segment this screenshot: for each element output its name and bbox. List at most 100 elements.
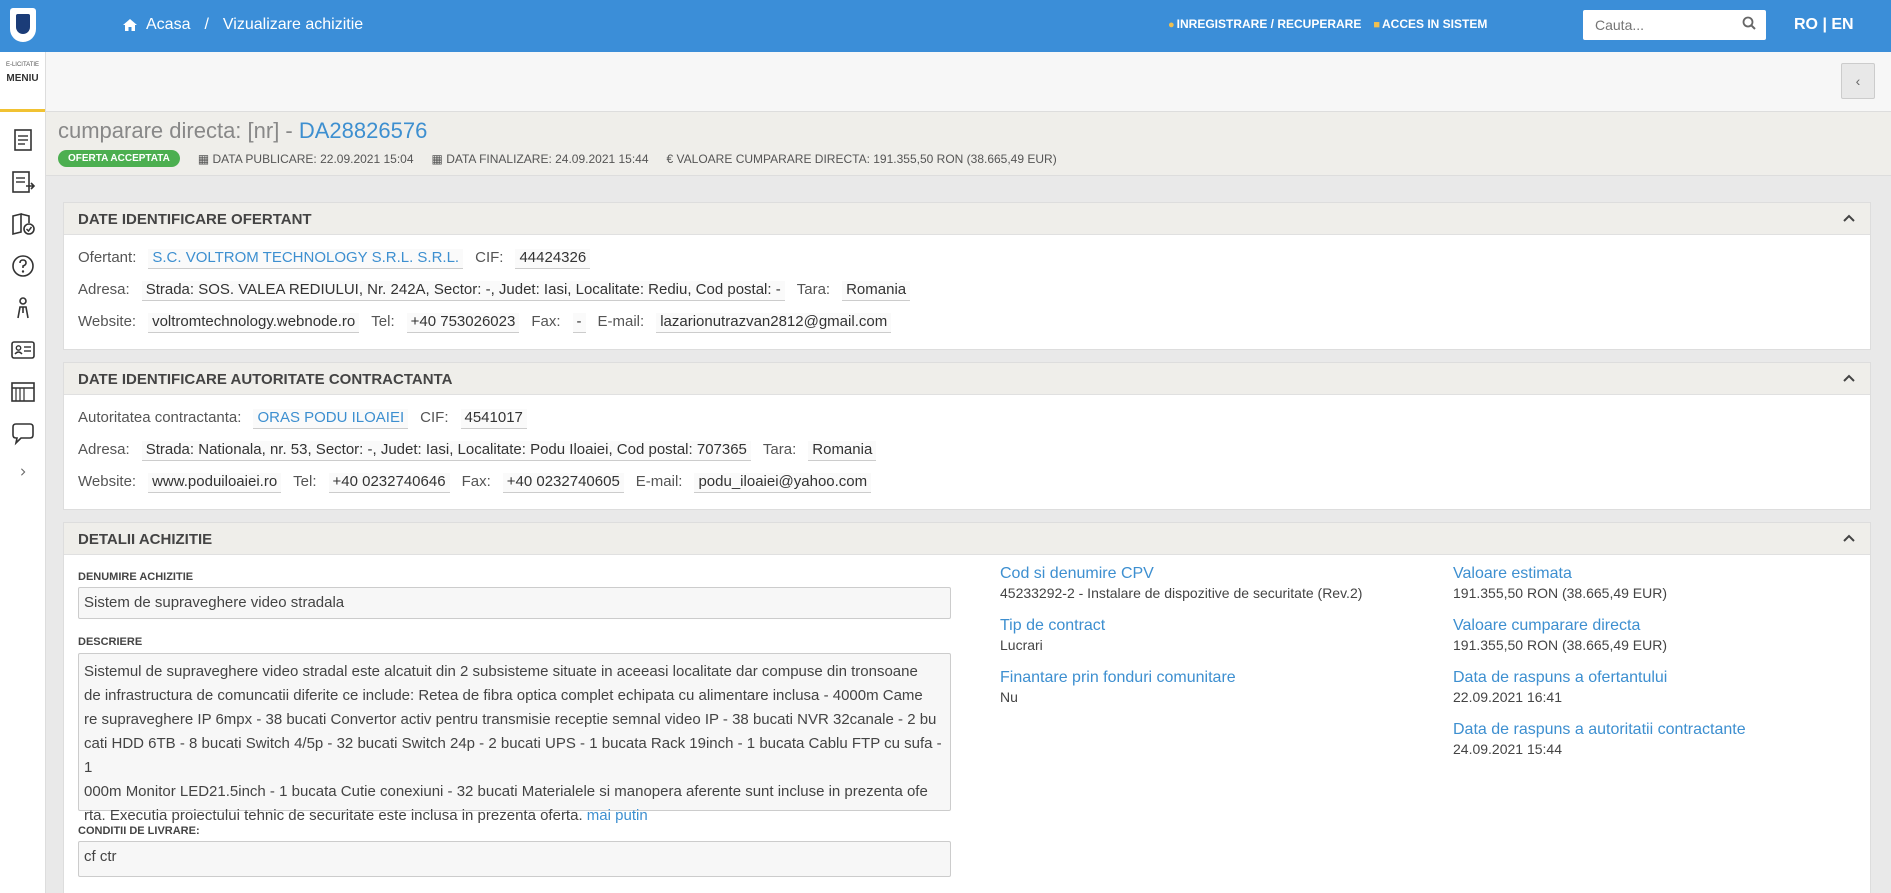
autoritate-panel-header[interactable]: DATE IDENTIFICARE AUTORITATE CONTRACTANT… xyxy=(64,363,1870,395)
autoritate-link[interactable]: ORAS PODU ILOAIEI xyxy=(253,409,409,429)
fax-value: - xyxy=(572,313,586,333)
tara-label: Tara: xyxy=(796,281,831,298)
chevron-up-icon[interactable] xyxy=(1842,211,1856,225)
title-prefix: cumparare directa: [nr] - xyxy=(58,118,299,143)
email-value: podu_iloaiei@yahoo.com xyxy=(694,473,872,493)
cpv-value: 45233292-2 - Instalare de dispozitive de… xyxy=(1000,585,1363,601)
home-icon xyxy=(123,19,137,31)
user-icon: ● xyxy=(1168,19,1175,31)
sidebar-item-documents[interactable] xyxy=(0,119,45,161)
chevron-up-icon[interactable] xyxy=(1842,531,1856,545)
detalii-panel-title: DETALII ACHIZITIE xyxy=(78,531,213,548)
conditii-field: cf ctr xyxy=(78,841,951,877)
website-value: www.poduiloaiei.ro xyxy=(148,473,282,493)
sidebar: E-LICITATIE MENIU xyxy=(0,52,46,893)
tara-value: Romania xyxy=(808,441,877,461)
calendar-icon: ▦ xyxy=(197,151,213,166)
fax-value: +40 0232740605 xyxy=(502,473,624,493)
sidebar-item-help[interactable] xyxy=(0,245,45,287)
id-card-icon xyxy=(10,341,35,359)
archive-icon xyxy=(10,382,35,402)
raspuns-autoritate-label: Data de raspuns a autoritatii contractan… xyxy=(1453,721,1746,738)
sidebar-item-contact[interactable] xyxy=(0,329,45,371)
calendar-icon: ▦ xyxy=(431,151,447,166)
denumire-label: DENUMIRE ACHIZITIE xyxy=(78,571,194,583)
show-less-link[interactable]: mai putin xyxy=(587,807,648,824)
raspuns-ofertant-label: Data de raspuns a ofertantului xyxy=(1453,669,1668,686)
tip-contract-label: Tip de contract xyxy=(1000,617,1106,634)
cif-label: CIF: xyxy=(420,409,449,426)
search-icon[interactable] xyxy=(1742,16,1756,30)
descriere-field: Sistemul de supraveghere video stradal e… xyxy=(78,653,951,824)
sidebar-item-catalog[interactable] xyxy=(0,203,45,245)
descriere-last-line: rta. Executia proiectului tehnic de secu… xyxy=(84,804,945,828)
raspuns-autoritate-value: 24.09.2021 15:44 xyxy=(1453,741,1562,757)
autoritate-row-2: Adresa: Strada: Nationala, nr. 53, Secto… xyxy=(78,441,877,461)
sidebar-expand[interactable] xyxy=(0,455,45,489)
language-switch[interactable]: RO | EN xyxy=(1794,16,1854,34)
register-link[interactable]: ● INREGISTRARE / RECUPERARE xyxy=(1168,17,1361,31)
descriere-line: de infrastructura de comuncatii diferite… xyxy=(84,687,923,704)
list-export-icon xyxy=(11,171,35,193)
detalii-panel-header[interactable]: DETALII ACHIZITIE xyxy=(64,523,1870,555)
cif-value: 44424326 xyxy=(515,249,591,269)
collapse-button[interactable]: ‹ xyxy=(1841,63,1875,99)
auth-links: ● INREGISTRARE / RECUPERARE ■ ACCES IN SIS… xyxy=(1168,17,1487,31)
info-column-left: Cod si denumire CPV 45233292-2 - Instala… xyxy=(1000,565,1362,721)
valoare-estimata-label: Valoare estimata xyxy=(1453,565,1572,582)
finalize-date-text: DATA FINALIZARE: 24.09.2021 15:44 xyxy=(446,151,649,166)
breadcrumb-home[interactable]: Acasa xyxy=(146,16,190,34)
email-label: E-mail: xyxy=(597,313,645,330)
chat-icon xyxy=(11,423,34,446)
breadcrumb: Acasa / Vizualizare achizitie xyxy=(122,16,363,34)
tara-label: Tara: xyxy=(762,441,797,458)
ofertant-panel-title: DATE IDENTIFICARE OFERTANT xyxy=(78,211,312,228)
logo[interactable] xyxy=(0,0,46,52)
ofertant-link[interactable]: S.C. VOLTROM TECHNOLOGY S.R.L. S.R.L. xyxy=(148,249,464,269)
toolbar: ‹ xyxy=(46,52,1891,112)
person-icon xyxy=(16,297,29,319)
publish-date: ▦ DATA PUBLICARE: 22.09.2021 15:04 xyxy=(198,152,414,166)
sidebar-item-messages[interactable] xyxy=(0,413,45,455)
finalize-date: ▦ DATA FINALIZARE: 24.09.2021 15:44 xyxy=(432,152,649,166)
tel-value: +40 0232740646 xyxy=(328,473,450,493)
sidebar-menu-toggle[interactable]: E-LICITATIE MENIU xyxy=(0,52,45,112)
valoare-cd-label: Valoare cumparare directa xyxy=(1453,617,1641,634)
valoare-estimata-value: 191.355,50 RON (38.665,49 EUR) xyxy=(1453,585,1668,601)
descriere-line: Sistemul de supraveghere video stradal e… xyxy=(84,663,918,680)
cif-value: 4541017 xyxy=(460,409,527,429)
sidebar-item-archive[interactable] xyxy=(0,371,45,413)
website-label: Website: xyxy=(78,313,137,330)
search-input[interactable] xyxy=(1583,10,1723,40)
autoritate-label: Autoritatea contractanta: xyxy=(78,409,242,426)
ofertant-panel-header[interactable]: DATE IDENTIFICARE OFERTANT xyxy=(64,203,1870,235)
chevron-up-icon[interactable] xyxy=(1842,371,1856,385)
procedure-meta: OFERTA ACCEPTATA ▦ DATA PUBLICARE: 22.09… xyxy=(58,150,1057,167)
adresa-label: Adresa: xyxy=(78,281,130,298)
page-title: cumparare directa: [nr] - DA28826576 xyxy=(58,118,427,144)
login-label: ACCES IN SISTEM xyxy=(1382,17,1488,31)
adresa-value: Strada: Nationala, nr. 53, Sector: -, Ju… xyxy=(141,441,751,461)
detalii-panel: DETALII ACHIZITIE DENUMIRE ACHIZITIE Sis… xyxy=(63,522,1871,893)
search-box xyxy=(1583,10,1766,40)
adresa-value: Strada: SOS. VALEA REDIULUI, Nr. 242A, S… xyxy=(141,281,785,301)
email-label: E-mail: xyxy=(635,473,683,490)
publish-date-text: DATA PUBLICARE: 22.09.2021 15:04 xyxy=(212,151,414,166)
website-value: voltromtechnology.webnode.ro xyxy=(148,313,360,333)
sidebar-item-users[interactable] xyxy=(0,287,45,329)
cif-label: CIF: xyxy=(475,249,504,266)
autoritate-row-1: Autoritatea contractanta: ORAS PODU ILOA… xyxy=(78,409,527,429)
status-badge: OFERTA ACCEPTATA xyxy=(58,150,180,167)
sidebar-brand: E-LICITATIE xyxy=(5,62,40,68)
register-label: INREGISTRARE / RECUPERARE xyxy=(1176,17,1362,31)
descriere-line: rta. Executia proiectului tehnic de secu… xyxy=(84,807,583,824)
document-icon xyxy=(13,129,32,151)
login-link[interactable]: ■ ACCES IN SISTEM xyxy=(1373,17,1487,31)
tel-label: Tel: xyxy=(293,473,317,490)
ofertant-row-1: Ofertant: S.C. VOLTROM TECHNOLOGY S.R.L.… xyxy=(78,249,591,269)
help-icon xyxy=(11,255,34,277)
sidebar-item-procedures[interactable] xyxy=(0,161,45,203)
top-bar: Acasa / Vizualizare achizitie ● INREGISTR… xyxy=(0,0,1891,52)
denumire-field: Sistem de supraveghere video stradala xyxy=(78,587,951,619)
sidebar-menu-label: MENIU xyxy=(6,73,39,84)
